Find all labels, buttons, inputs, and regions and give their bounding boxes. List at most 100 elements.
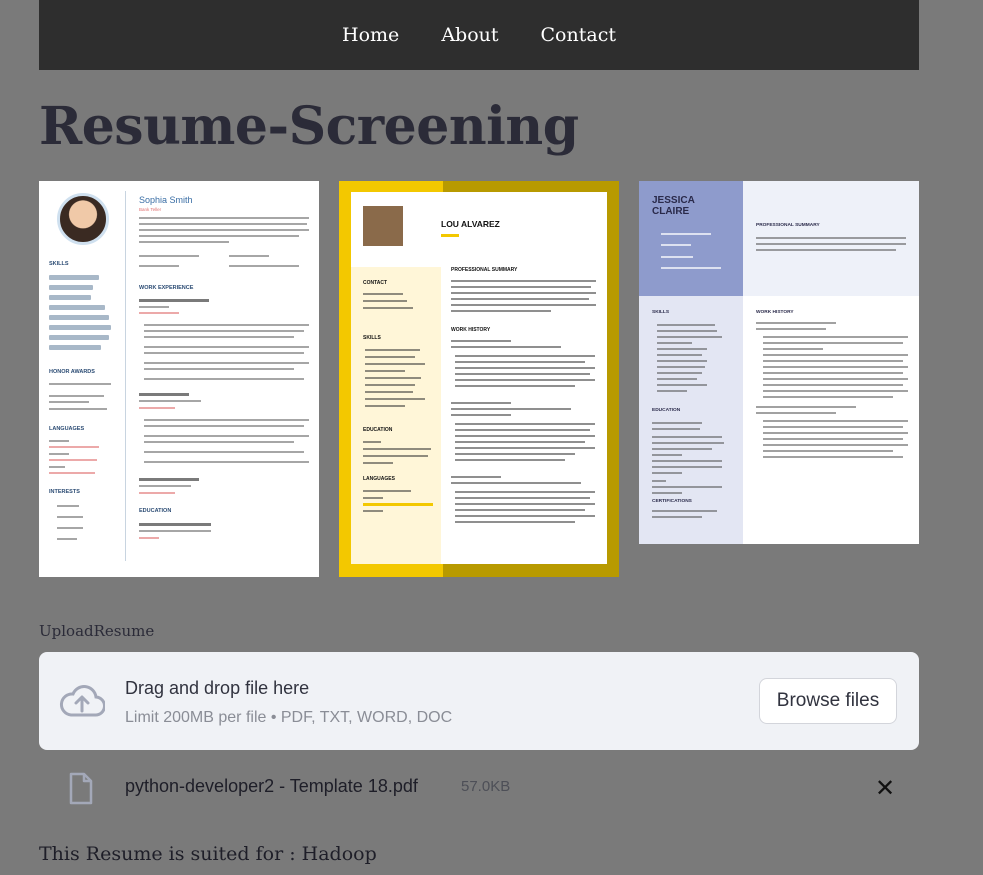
upload-resume-label: UploadResume [39, 622, 155, 640]
text-line [652, 472, 682, 474]
text-line [451, 304, 596, 306]
nav-contact-link[interactable]: Contact [541, 24, 616, 46]
text-line [49, 395, 104, 397]
text-line [365, 391, 413, 393]
section-heading: SKILLS [49, 261, 69, 267]
text-line [139, 407, 175, 409]
text-line [144, 451, 304, 453]
text-line [139, 537, 159, 539]
text-line [49, 401, 89, 403]
text-line [139, 400, 201, 402]
text-line [661, 256, 693, 258]
text-line [652, 442, 724, 444]
text-line [229, 265, 299, 267]
text-line [455, 453, 575, 455]
text-line [365, 363, 425, 365]
text-line [455, 373, 590, 375]
resume-role: Bank Teller [139, 207, 162, 212]
text-line [763, 438, 903, 440]
text-line [763, 444, 908, 446]
template-sidebar [351, 267, 441, 564]
text-line [139, 312, 179, 314]
text-line [451, 476, 501, 478]
browse-files-button[interactable]: Browse files [759, 678, 897, 724]
dropzone-title: Drag and drop file here [125, 678, 310, 698]
text-line [657, 354, 702, 356]
text-line [455, 515, 595, 517]
text-line [57, 505, 79, 507]
text-line [363, 307, 413, 309]
text-line [756, 328, 826, 330]
uploaded-file-name: python-developer2 - Template 18.pdf [125, 776, 418, 796]
text-line [144, 425, 304, 427]
text-line [365, 370, 405, 372]
nav-home-link[interactable]: Home [342, 24, 399, 46]
text-line [49, 453, 69, 455]
text-line [139, 393, 189, 396]
text-line [139, 523, 211, 526]
text-line [363, 510, 383, 512]
text-line [49, 446, 99, 448]
text-line [657, 342, 692, 344]
text-line [763, 384, 903, 386]
text-line [652, 454, 682, 456]
text-line [57, 538, 77, 540]
text-line [652, 492, 682, 494]
text-line [657, 360, 707, 362]
close-icon[interactable]: ✕ [875, 776, 895, 800]
text-line [451, 346, 561, 348]
text-line [144, 441, 294, 443]
text-line [365, 405, 405, 407]
text-line [652, 516, 702, 518]
skill-tag [49, 325, 111, 330]
skill-tag [49, 305, 105, 310]
text-line [455, 491, 595, 493]
text-line [652, 510, 717, 512]
text-line [139, 299, 209, 302]
resume-name-line-2: CLAIRE [652, 206, 690, 217]
text-line [139, 530, 211, 532]
text-line [363, 441, 381, 443]
resume-name: Sophia Smith [139, 195, 193, 205]
text-line [451, 286, 591, 288]
language-level-bar [363, 503, 433, 506]
text-line [451, 482, 581, 484]
text-line [57, 516, 83, 518]
text-line [139, 235, 299, 237]
uploaded-file-size: 57.0KB [461, 778, 511, 795]
text-line [455, 503, 595, 505]
text-line [756, 237, 906, 239]
text-line [144, 368, 294, 370]
text-line [451, 280, 596, 282]
text-line [49, 459, 97, 461]
text-line [144, 336, 294, 338]
uploaded-file-row: python-developer2 - Template 18.pdf 57.0… [39, 768, 919, 812]
text-line [756, 412, 836, 414]
text-line [139, 241, 229, 243]
resume-name-line-1: JESSICA [652, 195, 695, 206]
text-line [661, 233, 711, 235]
skill-tag [49, 345, 101, 350]
section-heading: SKILLS [363, 335, 381, 341]
section-heading: HONOR AWARDS [49, 369, 95, 375]
text-line [144, 362, 309, 364]
text-line [363, 462, 393, 464]
nav-about-link[interactable]: About [441, 24, 498, 46]
text-line [763, 432, 908, 434]
top-navbar: Home About Contact [39, 0, 919, 70]
text-line [652, 460, 722, 462]
text-line [763, 396, 893, 398]
text-line [139, 217, 309, 219]
file-icon [68, 772, 94, 810]
dropzone-instructions: Limit 200MB per file • PDF, TXT, WORD, D… [125, 709, 453, 726]
skill-tag [49, 275, 99, 280]
text-line [657, 366, 705, 368]
resume-name: LOU ALVAREZ [441, 219, 500, 229]
text-line [455, 521, 575, 523]
text-line [365, 398, 425, 400]
section-heading: INTERESTS [49, 489, 80, 495]
section-heading: LANGUAGES [49, 426, 85, 432]
text-line [451, 340, 511, 342]
file-dropzone[interactable]: Drag and drop file here Limit 200MB per … [39, 652, 919, 750]
text-line [144, 378, 304, 380]
